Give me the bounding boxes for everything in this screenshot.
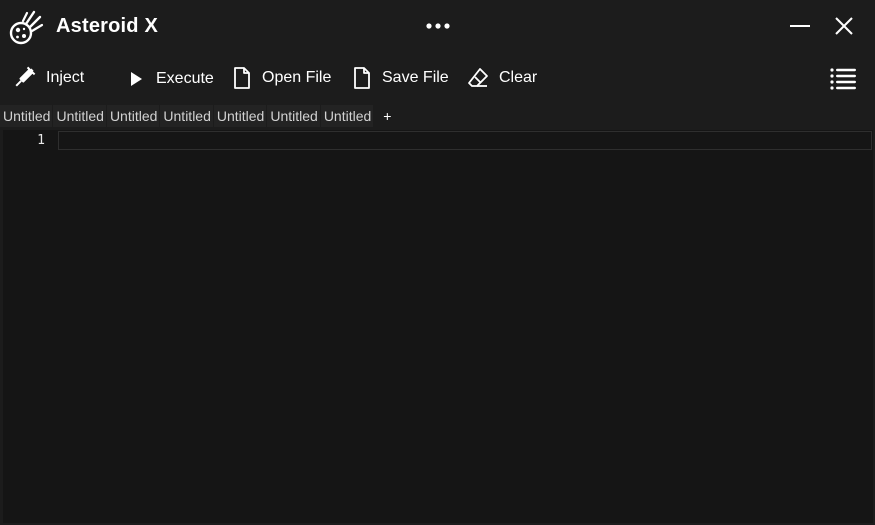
execute-label: Execute [156,70,214,87]
tab-untitled[interactable]: Untitled [106,105,160,127]
minimize-icon [790,25,810,27]
title-bar[interactable]: Asteroid X [0,0,875,54]
tab-strip: Untitled Untitled Untitled Untitled Unti… [0,104,875,128]
asteroid-logo-icon [8,8,44,46]
toolbar: Inject Execute Open File Save File Clear [0,54,875,104]
list-menu-icon [830,68,856,90]
file-icon [234,67,250,89]
tab-untitled[interactable]: Untitled [213,105,267,127]
clear-button[interactable]: Clear [467,64,537,92]
minimize-button[interactable] [782,10,818,42]
tab-untitled[interactable]: Untitled [320,105,374,127]
inject-label: Inject [46,69,85,86]
tab-untitled[interactable]: Untitled [267,105,320,127]
more-icon [426,23,450,29]
tab-untitled[interactable]: Untitled [160,105,213,127]
code-input[interactable] [61,133,869,518]
add-tab-button[interactable]: + [377,105,397,127]
tab-untitled[interactable]: Untitled [53,105,106,127]
line-number-gutter: 1 [3,130,57,523]
menu-button[interactable] [828,66,858,92]
close-button[interactable] [826,10,862,42]
eraser-icon [468,68,488,87]
execute-button[interactable]: Execute [126,65,214,93]
line-number: 1 [37,133,45,148]
clear-label: Clear [499,69,538,86]
save-file-button[interactable]: Save File [352,64,449,92]
open-file-button[interactable]: Open File [232,64,331,92]
syringe-icon [15,66,36,87]
more-options-button[interactable] [420,14,456,38]
app-window: Asteroid X Inject Execute Open File Save… [0,0,875,525]
close-icon [835,17,853,35]
inject-button[interactable]: Inject [12,64,84,92]
file-icon [354,67,370,89]
play-icon [131,72,142,86]
save-file-label: Save File [382,69,449,86]
app-title: Asteroid X [56,15,159,37]
open-file-label: Open File [262,69,332,86]
code-editor[interactable]: 1 [3,130,873,523]
tab-untitled[interactable]: Untitled [0,105,53,127]
